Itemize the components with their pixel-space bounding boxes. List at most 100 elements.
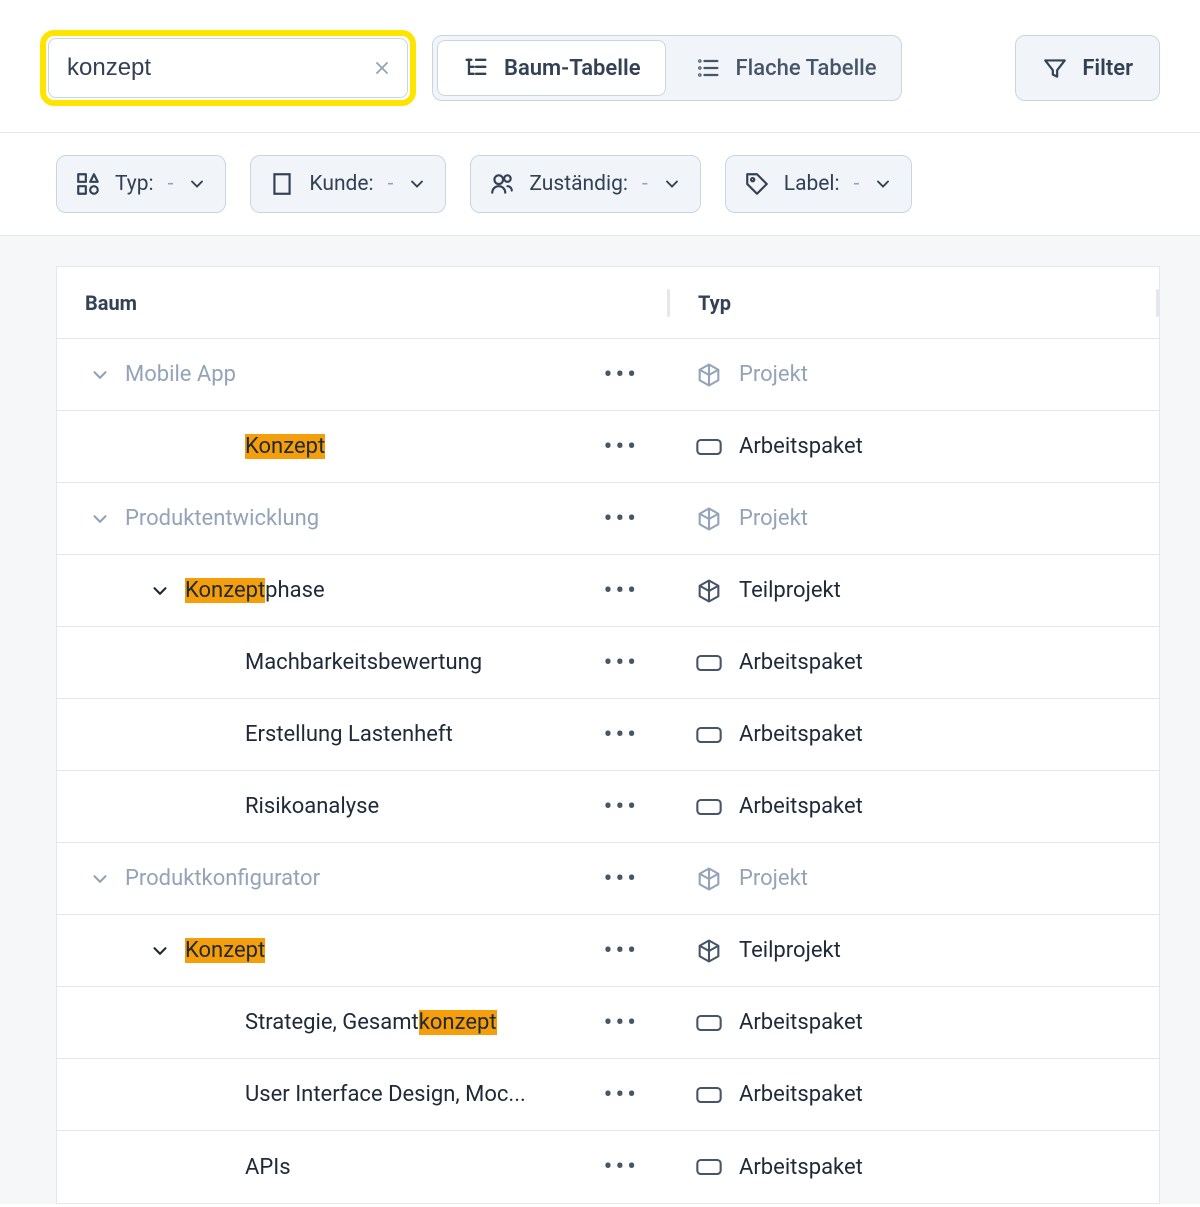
table-row[interactable]: Konzept•••Arbeitspaket [57, 411, 1159, 483]
row-actions-button[interactable]: ••• [604, 936, 659, 966]
building-icon [269, 171, 295, 197]
tree-cell: User Interface Design, Moc... ••• [57, 1080, 667, 1110]
filter-kunde-label: Kunde: [309, 172, 373, 196]
users-icon [489, 171, 515, 197]
workpackage-icon [695, 437, 723, 457]
shapes-icon [75, 171, 101, 197]
view-toggle: Baum-Tabelle Flache Tabelle [432, 35, 902, 101]
filter-label-label: Label: [784, 172, 840, 196]
filter-kunde[interactable]: Kunde: - [250, 155, 446, 213]
expand-toggle-icon[interactable] [89, 508, 125, 530]
filter-label-value: - [854, 172, 860, 196]
expand-toggle-icon[interactable] [149, 940, 185, 962]
chevron-down-icon [187, 174, 207, 194]
row-actions-button[interactable]: ••• [604, 1080, 659, 1110]
tag-icon [744, 171, 770, 197]
table-wrap: Baum Typ Mobile App•••ProjektKonzept•••A… [0, 235, 1200, 1204]
typ-label: Arbeitspaket [739, 434, 863, 459]
table-header: Baum Typ [57, 267, 1159, 339]
typ-cell: Arbeitspaket [667, 1082, 1159, 1107]
workpackage-icon [695, 797, 723, 817]
view-flat-table-button[interactable]: Flache Tabelle [670, 40, 901, 96]
workpackage-icon [695, 1013, 723, 1033]
expand-toggle-icon[interactable] [89, 364, 125, 386]
typ-cell: Arbeitspaket [667, 650, 1159, 675]
row-actions-button[interactable]: ••• [604, 1152, 659, 1182]
typ-label: Teilprojekt [739, 938, 841, 963]
row-actions-button[interactable]: ••• [604, 1008, 659, 1038]
row-actions-button[interactable]: ••• [604, 504, 659, 534]
list-icon [694, 54, 722, 82]
typ-label: Arbeitspaket [739, 1155, 863, 1180]
typ-label: Teilprojekt [739, 578, 841, 603]
typ-cell: Arbeitspaket [667, 722, 1159, 747]
view-tree-table-button[interactable]: Baum-Tabelle [437, 40, 666, 96]
funnel-icon [1042, 55, 1068, 81]
table-row[interactable]: Machbarkeitsbewertung•••Arbeitspaket [57, 627, 1159, 699]
filter-row: Typ: - Kunde: - Zuständig: - Label: - [0, 132, 1200, 235]
table-row[interactable]: Produktkonfigurator•••Projekt [57, 843, 1159, 915]
table-row[interactable]: Konzept ••• Teilprojekt [57, 915, 1159, 987]
typ-label: Arbeitspaket [739, 1010, 863, 1035]
row-actions-button[interactable]: ••• [604, 576, 659, 606]
expand-toggle-icon[interactable] [149, 580, 185, 602]
table-row[interactable]: APIs ••• Arbeitspaket [57, 1131, 1159, 1203]
typ-cell: Teilprojekt [667, 577, 1159, 605]
search-input[interactable] [48, 38, 408, 98]
box-icon [695, 361, 723, 389]
tree-cell: Produktkonfigurator••• [57, 864, 667, 894]
tree-label: Konzept [185, 938, 265, 963]
tree-cell: Erstellung Lastenheft••• [57, 720, 667, 750]
table-row[interactable]: Erstellung Lastenheft•••Arbeitspaket [57, 699, 1159, 771]
row-actions-button[interactable]: ••• [604, 648, 659, 678]
typ-cell: Arbeitspaket [667, 1010, 1159, 1035]
chevron-down-icon [662, 174, 682, 194]
typ-label: Projekt [739, 362, 808, 387]
tree-table: Baum Typ Mobile App•••ProjektKonzept•••A… [56, 266, 1160, 1204]
toolbar: Baum-Tabelle Flache Tabelle Filter [0, 0, 1200, 132]
column-typ-header[interactable]: Typ [670, 291, 1156, 315]
filter-button[interactable]: Filter [1015, 35, 1160, 101]
tree-cell: Strategie, Gesamtkonzept ••• [57, 1008, 667, 1038]
tree-cell: APIs ••• [57, 1152, 667, 1182]
tree-cell: Risikoanalyse••• [57, 792, 667, 822]
workpackage-icon [695, 653, 723, 673]
filter-label[interactable]: Label: - [725, 155, 913, 213]
tree-label: APIs [245, 1155, 291, 1180]
filter-zustandig-value: - [642, 172, 648, 196]
row-actions-button[interactable]: ••• [604, 720, 659, 750]
workpackage-icon [695, 1085, 723, 1105]
tree-cell: Produktentwicklung••• [57, 504, 667, 534]
box-icon [695, 937, 723, 965]
row-actions-button[interactable]: ••• [604, 864, 659, 894]
expand-toggle-icon[interactable] [89, 868, 125, 890]
typ-cell: Arbeitspaket [667, 794, 1159, 819]
chevron-down-icon [407, 174, 427, 194]
column-resizer[interactable] [1156, 289, 1159, 317]
filter-typ[interactable]: Typ: - [56, 155, 226, 213]
clear-search-icon[interactable] [372, 58, 392, 78]
tree-label: Strategie, Gesamtkonzept [245, 1010, 497, 1035]
view-flat-label: Flache Tabelle [736, 56, 877, 81]
typ-label: Arbeitspaket [739, 1082, 863, 1107]
table-row[interactable]: Produktentwicklung•••Projekt [57, 483, 1159, 555]
row-actions-button[interactable]: ••• [604, 792, 659, 822]
typ-label: Arbeitspaket [739, 650, 863, 675]
box-icon [695, 577, 723, 605]
tree-cell: Konzept ••• [57, 936, 667, 966]
table-row[interactable]: Strategie, Gesamtkonzept ••• Arbeitspaket [57, 987, 1159, 1059]
box-icon [695, 505, 723, 533]
chevron-down-icon [873, 174, 893, 194]
typ-cell: Projekt [667, 865, 1159, 893]
row-actions-button[interactable]: ••• [604, 360, 659, 390]
row-actions-button[interactable]: ••• [604, 432, 659, 462]
table-row[interactable]: Mobile App•••Projekt [57, 339, 1159, 411]
filter-zustandig-label: Zuständig: [529, 172, 628, 196]
table-row[interactable]: Konzeptphase••• Teilprojekt [57, 555, 1159, 627]
column-baum-header[interactable]: Baum [57, 291, 667, 315]
table-row[interactable]: User Interface Design, Moc... ••• Arbeitsp… [57, 1059, 1159, 1131]
tree-label: User Interface Design, Moc... [245, 1082, 526, 1107]
table-row[interactable]: Risikoanalyse•••Arbeitspaket [57, 771, 1159, 843]
filter-zustandig[interactable]: Zuständig: - [470, 155, 700, 213]
tree-cell: Konzeptphase••• [57, 576, 667, 606]
